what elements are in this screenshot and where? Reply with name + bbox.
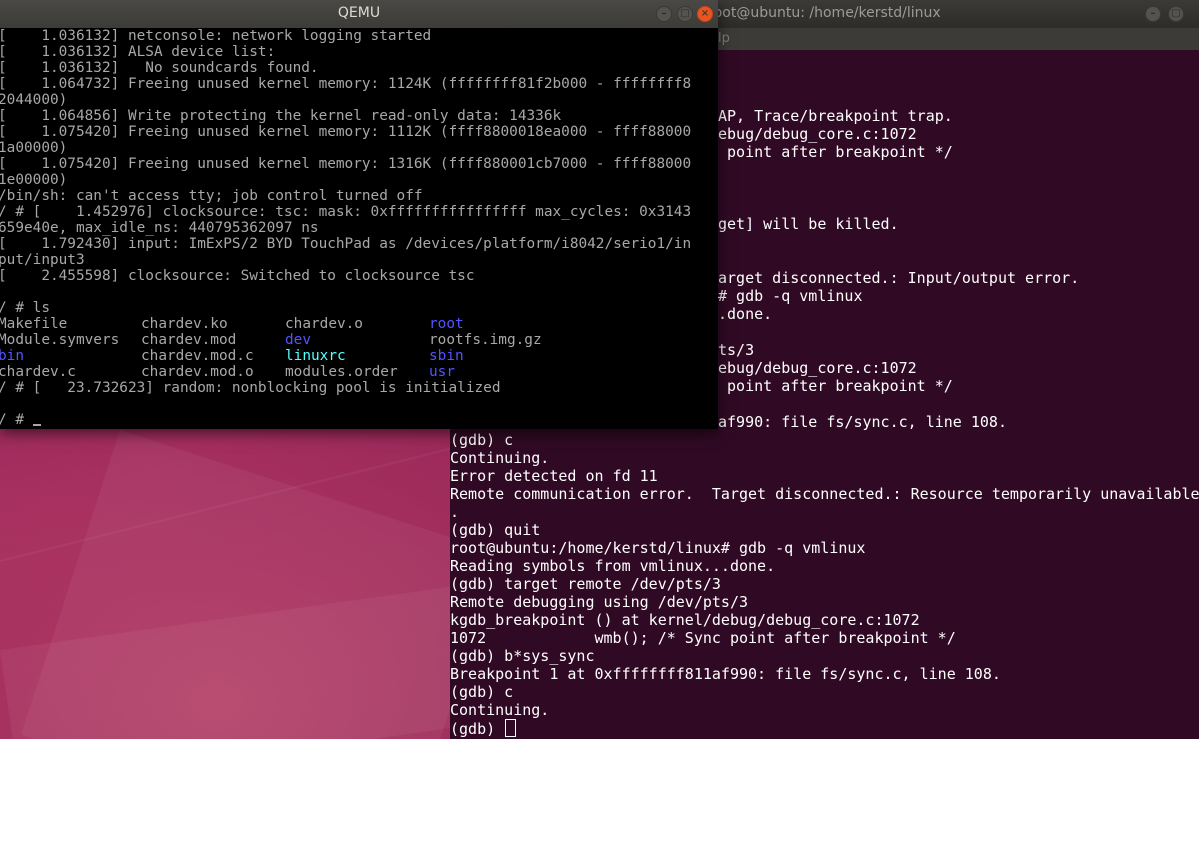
console-line: / # [ 23.732623] random: nonblocking poo…	[0, 380, 501, 396]
ls-entry: chardev.mod	[141, 332, 237, 348]
qemu-titlebar[interactable]: QEMU – □ ×	[0, 0, 718, 28]
ls-entry: modules.order	[285, 364, 398, 380]
terminal-line: af990: file fs/sync.c, line 108.	[718, 413, 1007, 431]
console-line: [ 1.064732] Freeing unused kernel memory…	[0, 76, 692, 92]
console-line: / # [ 1.452976] clocksource: tsc: mask: …	[0, 204, 692, 220]
ls-entry: root	[429, 316, 464, 332]
ls-entry: Module.symvers	[0, 332, 120, 348]
ls-entry: bin	[0, 348, 24, 364]
terminal-prompt[interactable]: (gdb)	[450, 719, 517, 738]
terminal-cursor	[505, 719, 517, 737]
terminal-line: .	[450, 503, 460, 521]
console-line: / #	[0, 412, 41, 428]
ls-entry: Makefile	[0, 316, 68, 332]
console-line: 659e40e, max_idle_ns: 440795362097 ns	[0, 220, 319, 236]
console-line: [ 1.792430] input: ImExPS/2 BYD TouchPad…	[0, 236, 692, 252]
terminal-line: point after breakpoint */	[718, 377, 953, 395]
console-line: [ 1.075420] Freeing unused kernel memory…	[0, 124, 692, 140]
ls-entry: chardev.o	[285, 316, 363, 332]
terminal-line: Remote communication error. Target disco…	[450, 485, 1199, 503]
ls-entry: chardev.mod.c	[141, 348, 254, 364]
qemu-close-icon[interactable]: ×	[697, 6, 713, 22]
terminal-line: ebug/debug_core.c:1072	[718, 125, 917, 143]
ls-entry: chardev.ko	[141, 316, 228, 332]
wallpaper-ray	[21, 430, 501, 858]
terminal-line: (gdb) c	[450, 431, 514, 449]
qemu-maximize-icon[interactable]: □	[677, 6, 693, 22]
terminal-line: 1072 wmb(); /* Sync point after breakpoi…	[450, 629, 956, 647]
qemu-title: QEMU	[337, 5, 381, 21]
console-line: 1a00000)	[0, 140, 68, 156]
ls-entry: usr	[429, 364, 455, 380]
terminal-line: arget disconnected.: Input/output error.	[718, 269, 1080, 287]
console-line: [ 1.036132] ALSA device list:	[0, 44, 276, 60]
qemu-minimize-icon[interactable]: –	[656, 6, 672, 22]
ls-entry: chardev.c	[0, 364, 76, 380]
ls-entry: rootfs.img.gz	[429, 332, 542, 348]
menu-item-help[interactable]: lp	[718, 31, 730, 46]
ls-entry: sbin	[429, 348, 464, 364]
terminal-line: Continuing.	[450, 701, 550, 719]
ls-entry: dev	[285, 332, 311, 348]
terminal-line: ebug/debug_core.c:1072	[718, 359, 917, 377]
console-line: [ 1.075420] Freeing unused kernel memory…	[0, 156, 692, 172]
terminal-prompt-text: (gdb)	[450, 720, 505, 738]
console-line: [ 1.064856] Write protecting the kernel …	[0, 108, 562, 124]
terminal-line: Continuing.	[450, 449, 550, 467]
console-line: 2044000)	[0, 92, 68, 108]
qemu-window[interactable]: QEMU – □ × [ 1.036132] netconsole: netwo…	[0, 0, 718, 429]
terminal-minimize-icon[interactable]: –	[1145, 6, 1161, 22]
console-cursor	[32, 424, 41, 426]
console-line: put/input3	[0, 252, 85, 268]
terminal-line: (gdb) c	[450, 683, 514, 701]
terminal-line: Error detected on fd 11	[450, 467, 658, 485]
ls-entry: chardev.mod.o	[141, 364, 254, 380]
terminal-line: Breakpoint 1 at 0xffffffff811af990: file…	[450, 665, 1001, 683]
terminal-line: (gdb) b*sys_sync	[450, 647, 595, 665]
console-line: / # ls	[0, 300, 50, 316]
console-line: [ 1.036132] netconsole: network logging …	[0, 28, 432, 44]
terminal-line: get] will be killed.	[718, 215, 899, 233]
console-line: 1e00000)	[0, 172, 68, 188]
terminal-line: ts/3	[718, 341, 755, 359]
terminal-line: AP, Trace/breakpoint trap.	[718, 107, 953, 125]
qemu-console-screen[interactable]: [ 1.036132] netconsole: network logging …	[0, 28, 718, 429]
console-prompt: / #	[0, 412, 33, 428]
console-line: [ 1.036132] No soundcards found.	[0, 60, 319, 76]
terminal-line: root@ubuntu:/home/kerstd/linux# gdb -q v…	[450, 539, 866, 557]
ls-entry: linuxrc	[285, 348, 346, 364]
console-line: [ 2.455598] clocksource: Switched to clo…	[0, 268, 475, 284]
terminal-line: (gdb) target remote /dev/pts/3	[450, 575, 721, 593]
terminal-line: Reading symbols from vmlinux...done.	[450, 557, 776, 575]
console-line: /bin/sh: can't access tty; job control t…	[0, 188, 423, 204]
terminal-line: # gdb -q vmlinux	[718, 287, 863, 305]
terminal-line: (gdb) quit	[450, 521, 541, 539]
terminal-line: .done.	[718, 305, 773, 323]
terminal-maximize-icon[interactable]: □	[1168, 6, 1184, 22]
terminal-line: point after breakpoint */	[718, 143, 953, 161]
terminal-line: Remote debugging using /dev/pts/3	[450, 593, 749, 611]
terminal-line: kgdb_breakpoint () at kernel/debug/debug…	[450, 611, 920, 629]
